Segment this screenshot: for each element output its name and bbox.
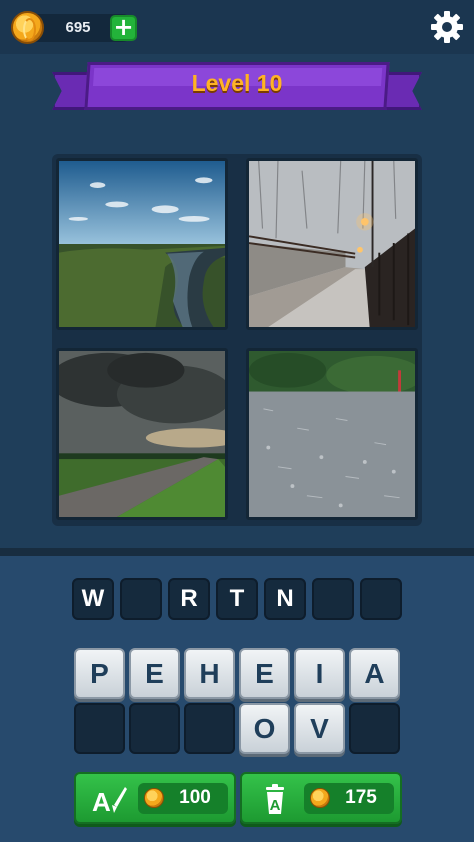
letter-key-empty — [74, 703, 125, 754]
coin-icon — [11, 11, 44, 44]
reveal-letter-button[interactable]: A 100 — [74, 772, 236, 824]
letter-key[interactable]: A — [349, 648, 400, 699]
letter-key[interactable]: P — [74, 648, 125, 699]
remove-letters-price: 175 — [345, 787, 377, 808]
answer-slot[interactable]: T — [216, 578, 258, 620]
letter-key[interactable]: E — [239, 648, 290, 699]
answer-slot[interactable] — [120, 578, 162, 620]
svg-text:A: A — [92, 787, 111, 815]
letter-key-empty — [129, 703, 180, 754]
reveal-letter-icon: A — [92, 787, 127, 815]
level-title: Level 10 — [191, 70, 283, 96]
coin-icon — [144, 788, 164, 808]
picture-rain-pavement[interactable] — [246, 348, 418, 520]
answer-slot[interactable]: W — [72, 578, 114, 620]
answer-slot[interactable]: R — [168, 578, 210, 620]
coin-balance: 695 — [65, 19, 91, 36]
section-divider — [0, 548, 474, 556]
letter-key[interactable]: V — [294, 703, 345, 754]
picture-grid — [52, 154, 422, 526]
letter-key[interactable]: E — [129, 648, 180, 699]
reveal-letter-price-pill: 100 — [138, 783, 228, 814]
answer-slot[interactable] — [312, 578, 354, 620]
reveal-letter-price: 100 — [179, 787, 211, 808]
level-banner: Level 10 — [52, 60, 422, 122]
plus-icon: + — [113, 13, 134, 41]
remove-letters-price-pill: 175 — [304, 783, 394, 814]
trash-a-icon: A — [266, 784, 284, 814]
top-bar: 695 + — [0, 0, 474, 54]
settings-button[interactable] — [430, 10, 464, 44]
remove-letters-button[interactable]: A 175 — [240, 772, 402, 824]
add-coins-button[interactable]: + — [110, 15, 137, 41]
picture-storm-clouds[interactable] — [56, 348, 228, 520]
letter-key-empty — [184, 703, 235, 754]
answer-slot[interactable] — [360, 578, 402, 620]
picture-river-valley[interactable] — [56, 158, 228, 330]
letter-key-empty — [349, 703, 400, 754]
coin-icon — [310, 788, 330, 808]
picture-snowy-bridge[interactable] — [246, 158, 418, 330]
letter-key[interactable]: H — [184, 648, 235, 699]
svg-text:A: A — [270, 797, 281, 814]
letter-key[interactable]: I — [294, 648, 345, 699]
answer-slot[interactable]: N — [264, 578, 306, 620]
gear-icon — [431, 11, 463, 43]
letter-key[interactable]: O — [239, 703, 290, 754]
